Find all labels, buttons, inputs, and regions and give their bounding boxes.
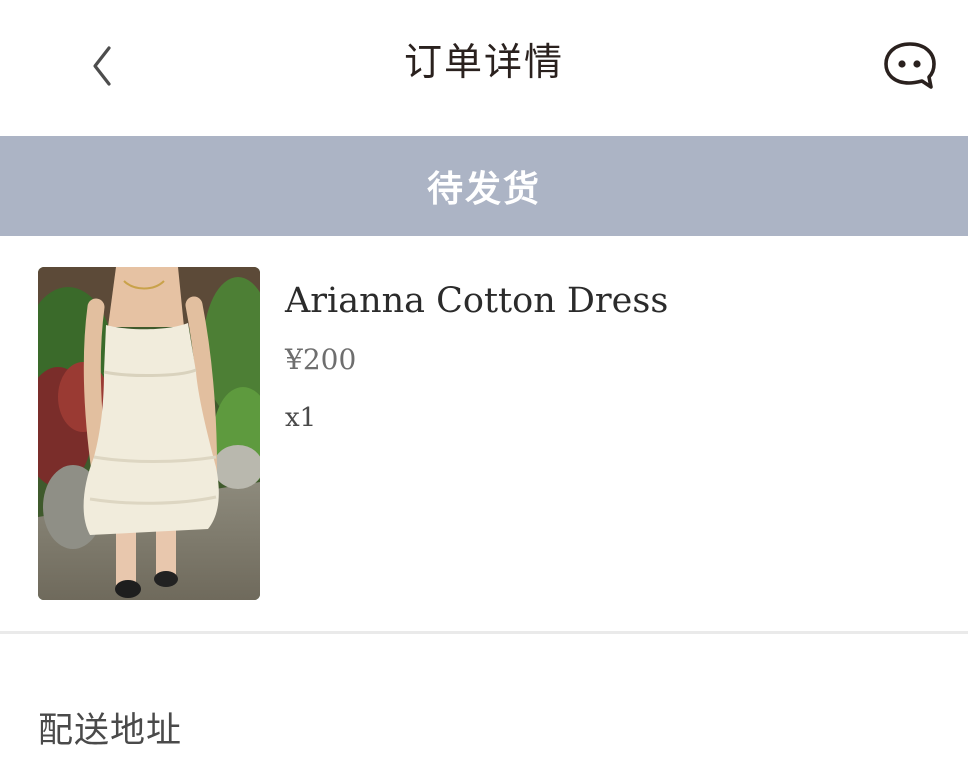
customer-service-button[interactable]	[876, 36, 944, 96]
nav-bar: 订单详情	[0, 0, 968, 136]
product-card[interactable]: Arianna Cotton Dress ¥200 x1	[0, 236, 968, 632]
chat-bubble-icon	[884, 42, 936, 89]
order-status-text: 待发货	[426, 169, 541, 210]
product-image[interactable]	[38, 267, 260, 600]
product-price: ¥200	[285, 343, 357, 376]
shipping-address-title: 配送地址	[38, 711, 183, 751]
product-quantity: x1	[285, 403, 317, 433]
product-name[interactable]: Arianna Cotton Dress	[285, 276, 668, 326]
page-title: 订单详情	[403, 40, 564, 84]
order-status-banner: 待发货	[0, 136, 968, 236]
section-divider	[0, 631, 968, 634]
dress-photo	[38, 267, 260, 600]
